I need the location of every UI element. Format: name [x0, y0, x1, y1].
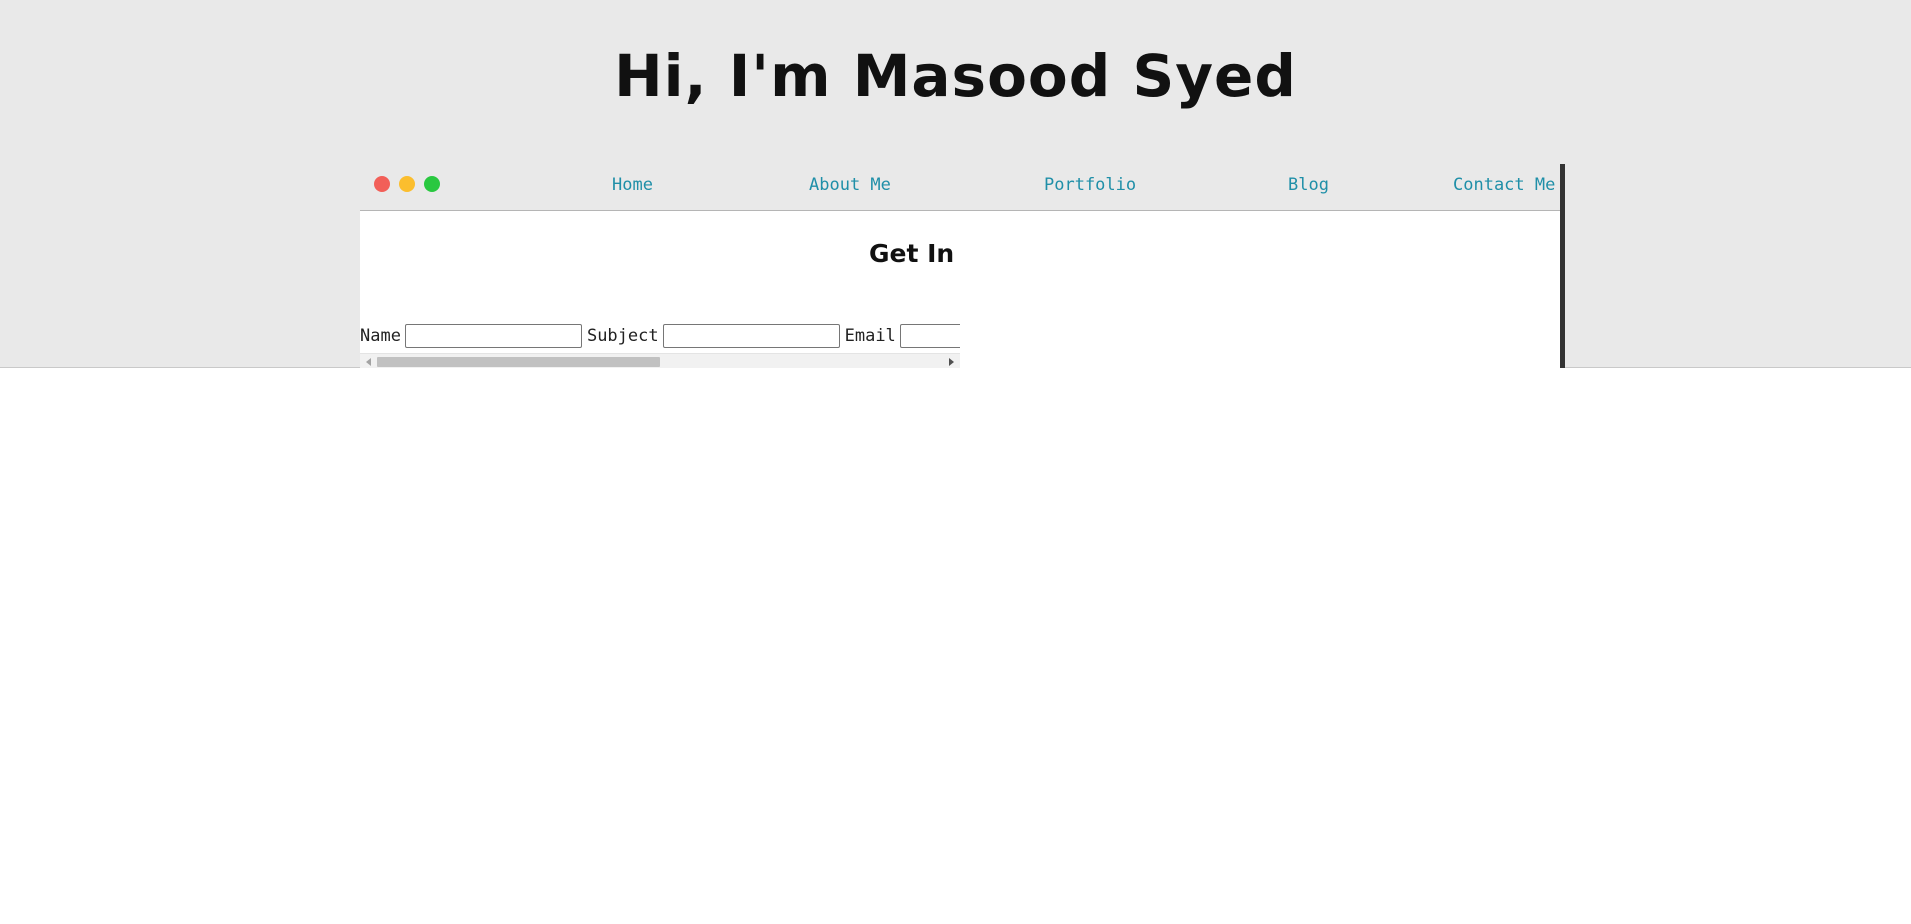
maximize-icon[interactable] — [424, 176, 440, 192]
subject-label: Subject — [586, 326, 659, 346]
minimize-icon[interactable] — [399, 176, 415, 192]
nav-link-contact-me[interactable]: Contact Me — [1453, 174, 1555, 196]
email-label: Email — [844, 326, 896, 346]
nav-link-home[interactable]: Home — [612, 174, 653, 196]
contact-form: Name Subject Email — [360, 323, 960, 349]
site-title: Hi, I'm Masood Syed — [614, 42, 1297, 110]
email-field[interactable] — [899, 324, 960, 348]
horizontal-scrollbar[interactable] — [360, 353, 960, 368]
contact-frame: Get In Name Subject Email — [360, 212, 960, 368]
browser-window: Home About Me Portfolio Blog Contact Me … — [360, 158, 1565, 368]
scrollbar-thumb[interactable] — [377, 357, 660, 367]
nav-link-portfolio[interactable]: Portfolio — [1044, 174, 1136, 196]
close-icon[interactable] — [374, 176, 390, 192]
name-field[interactable] — [404, 324, 582, 348]
contact-heading: Get In — [869, 239, 955, 268]
chevron-right-icon[interactable] — [949, 358, 954, 366]
name-label: Name — [360, 326, 401, 346]
chevron-left-icon[interactable] — [366, 358, 371, 366]
window-title-bar: Home About Me Portfolio Blog Contact Me — [360, 158, 1565, 211]
nav-link-blog[interactable]: Blog — [1288, 174, 1329, 196]
nav-link-about-me[interactable]: About Me — [809, 174, 891, 196]
subject-field[interactable] — [662, 324, 840, 348]
window-side-rail — [1560, 164, 1565, 368]
